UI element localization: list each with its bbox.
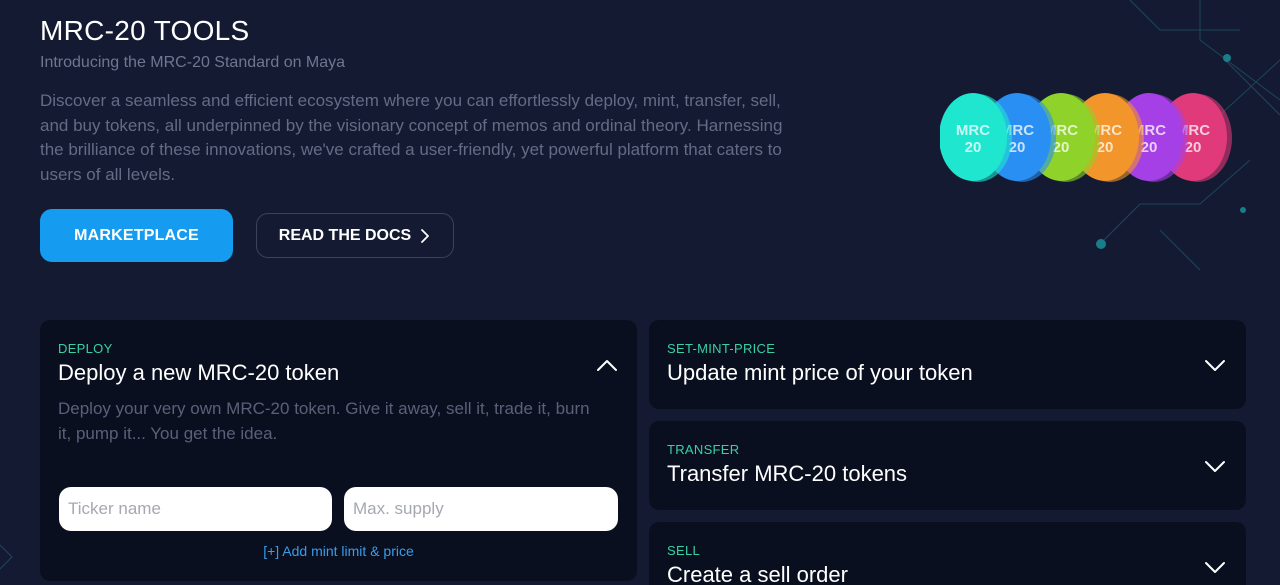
add-mint-limit-link[interactable]: [+] Add mint limit & price [40, 543, 637, 559]
page-title: MRC-20 TOOLS [40, 15, 250, 46]
set-mint-price-title: Update mint price of your token [667, 360, 973, 385]
mrc20-coins-illustration: MRC20MRC20MRC20MRC20MRC20MRC20 [940, 93, 1232, 182]
read-docs-button-label: READ THE DOCS [278, 226, 412, 244]
sell-card[interactable]: SELL Create a sell order [649, 522, 1246, 585]
chevron-up-icon[interactable] [596, 358, 618, 372]
chevron-down-icon[interactable] [1204, 359, 1226, 373]
coin: MRC20 [940, 93, 1012, 182]
chevron-down-icon[interactable] [1204, 561, 1226, 575]
coin-label: 20 [965, 139, 982, 156]
max-supply-input[interactable] [344, 487, 618, 531]
read-docs-button[interactable]: READ THE DOCS [256, 213, 454, 258]
transfer-tag: TRANSFER [667, 442, 740, 457]
transfer-card[interactable]: TRANSFER Transfer MRC-20 tokens [649, 421, 1246, 510]
set-mint-price-tag: SET-MINT-PRICE [667, 341, 776, 356]
chevron-down-icon[interactable] [1204, 460, 1226, 474]
hero-description: Discover a seamless and efficient ecosys… [40, 91, 783, 184]
sell-title: Create a sell order [667, 562, 848, 585]
coin-label: MRC [956, 122, 990, 139]
marketplace-button-label: MARKETPLACE [74, 226, 199, 244]
hero-section: MRC-20 TOOLS Introducing the MRC-20 Stan… [40, 14, 800, 187]
chevron-right-icon [421, 228, 430, 243]
deploy-title: Deploy a new MRC-20 token [58, 360, 340, 385]
marketplace-button[interactable]: MARKETPLACE [40, 209, 233, 262]
page-subtitle: Introducing the MRC-20 Standard on Maya [40, 54, 346, 71]
set-mint-price-card[interactable]: SET-MINT-PRICE Update mint price of your… [649, 320, 1246, 409]
transfer-title: Transfer MRC-20 tokens [667, 461, 908, 486]
ticker-name-input[interactable] [59, 487, 332, 531]
deploy-tag: DEPLOY [58, 341, 113, 356]
deploy-card: DEPLOY Deploy a new MRC-20 token Deploy … [40, 320, 637, 581]
deploy-description: Deploy your very own MRC-20 token. Give … [58, 399, 590, 443]
sell-tag: SELL [667, 543, 701, 558]
